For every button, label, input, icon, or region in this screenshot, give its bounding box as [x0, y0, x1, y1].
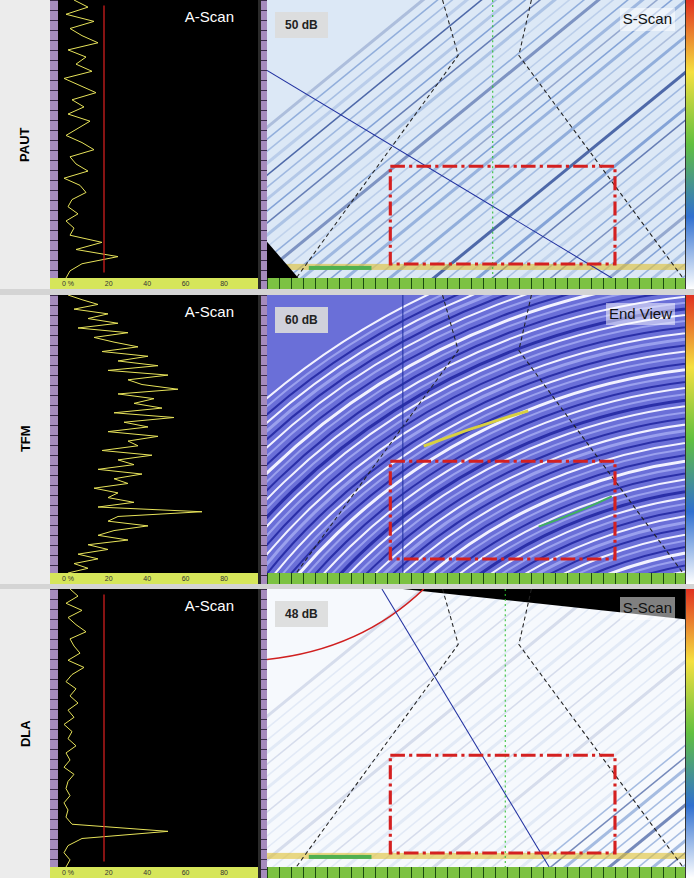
- divider-ruler: [258, 0, 267, 289]
- color-scale: [685, 589, 694, 878]
- amplitude-tick: 0 %: [62, 869, 74, 876]
- scan-image: [267, 0, 685, 278]
- view-title: End View: [606, 303, 675, 326]
- position-ruler: [267, 867, 685, 878]
- divider-ruler: [258, 589, 267, 878]
- ascan-panel: A-Scan 0 % 20 40 60 80: [50, 295, 258, 584]
- divider-ruler: [258, 295, 267, 584]
- waveform-chart: [58, 295, 258, 573]
- method-row: DLA A-Scan 0 % 20 40 60 80 48 dB S-Scan: [0, 589, 694, 878]
- scan-view: 48 dB S-Scan: [267, 589, 685, 867]
- depth-ruler: [50, 295, 58, 573]
- method-label: PAUT: [15, 127, 35, 161]
- gain-badge: 60 dB: [275, 307, 328, 333]
- gain-badge: 50 dB: [275, 12, 328, 38]
- amplitude-tick: 60: [182, 869, 190, 876]
- depth-ruler: [50, 589, 58, 867]
- image-panel: 60 dB End View: [267, 295, 685, 584]
- color-scale: [685, 0, 694, 289]
- amplitude-tick: 80: [220, 575, 228, 582]
- amplitude-tick: 20: [105, 280, 113, 287]
- amplitude-tick: 40: [143, 280, 151, 287]
- comparison-figure: PAUT A-Scan 0 % 20 40 60 80 50 dB S-Scan TFM A-Sca…: [0, 0, 694, 878]
- ascan-title: A-Scan: [185, 6, 234, 29]
- method-label-cell: PAUT: [0, 0, 50, 289]
- view-title: S-Scan: [620, 8, 675, 31]
- amplitude-ruler: 0 % 20 40 60 80: [50, 867, 258, 878]
- amplitude-tick: 80: [220, 280, 228, 287]
- amplitude-tick: 20: [105, 575, 113, 582]
- position-ruler: [267, 573, 685, 584]
- waveform-chart: [58, 0, 258, 278]
- amplitude-tick: 20: [105, 869, 113, 876]
- amplitude-tick: 40: [143, 869, 151, 876]
- view-title: S-Scan: [620, 597, 675, 620]
- amplitude-tick: 40: [143, 575, 151, 582]
- scan-view: 60 dB End View: [267, 295, 685, 573]
- ascan-title: A-Scan: [185, 595, 234, 618]
- amplitude-tick: 60: [182, 575, 190, 582]
- ascan-plot: A-Scan: [58, 295, 258, 573]
- ascan-panel: A-Scan 0 % 20 40 60 80: [50, 0, 258, 289]
- amplitude-ruler: 0 % 20 40 60 80: [50, 573, 258, 584]
- method-label: TFM: [15, 426, 35, 453]
- scan-image: [267, 295, 685, 573]
- scan-view: 50 dB S-Scan: [267, 0, 685, 278]
- amplitude-tick: 0 %: [62, 575, 74, 582]
- image-panel: 48 dB S-Scan: [267, 589, 685, 878]
- color-scale: [685, 295, 694, 584]
- method-row: PAUT A-Scan 0 % 20 40 60 80 50 dB S-Scan: [0, 0, 694, 289]
- amplitude-tick: 60: [182, 280, 190, 287]
- ascan-plot: A-Scan: [58, 0, 258, 278]
- waveform-chart: [58, 589, 258, 867]
- ascan-panel: A-Scan 0 % 20 40 60 80: [50, 589, 258, 878]
- method-label-cell: TFM: [0, 295, 50, 584]
- image-panel: 50 dB S-Scan: [267, 0, 685, 289]
- amplitude-ruler: 0 % 20 40 60 80: [50, 278, 258, 289]
- amplitude-tick: 80: [220, 869, 228, 876]
- gain-badge: 48 dB: [275, 601, 328, 627]
- depth-ruler: [50, 0, 58, 278]
- amplitude-tick: 0 %: [62, 280, 74, 287]
- ascan-title: A-Scan: [185, 301, 234, 324]
- position-ruler: [267, 278, 685, 289]
- method-label-cell: DLA: [0, 589, 50, 878]
- scan-image: [267, 589, 685, 867]
- method-row: TFM A-Scan 0 % 20 40 60 80 60 dB End View: [0, 295, 694, 584]
- ascan-plot: A-Scan: [58, 589, 258, 867]
- method-label: DLA: [15, 720, 35, 747]
